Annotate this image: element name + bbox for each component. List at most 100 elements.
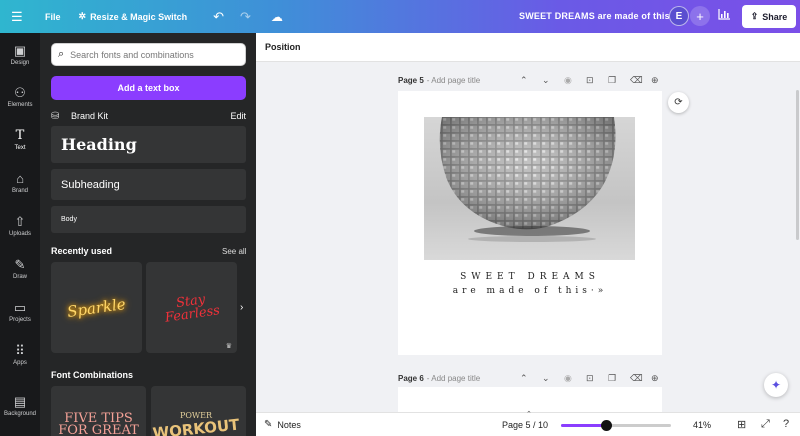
zoom-slider-fill (561, 424, 606, 427)
brand-icon: ⌂ (16, 171, 24, 186)
hide-icon[interactable]: ◉ (564, 75, 572, 86)
rail-item-elements[interactable]: ⚇ Elements (0, 85, 40, 108)
rail-label: Draw (12, 274, 27, 280)
canvas-scrollbar[interactable] (796, 90, 799, 240)
grid-view-icon[interactable]: ⊞ (737, 418, 746, 431)
add-text-box-button[interactable]: Add a text box (51, 76, 246, 100)
elements-icon: ⚇ (14, 85, 26, 100)
share-button[interactable]: ⇪ Share (742, 5, 796, 28)
apps-icon: ⠿ (15, 343, 25, 358)
add-body-button[interactable]: Body (51, 206, 246, 233)
top-bar: ☰ File ✲ Resize & Magic Switch ↶ ↷ ☁ SWE… (0, 0, 800, 33)
text-icon: T (15, 128, 25, 143)
add-page-icon[interactable]: ⊕ (651, 75, 659, 86)
brand-kit-row: ⛁ Brand Kit Edit (51, 109, 246, 123)
add-subheading-button[interactable]: Subheading (51, 169, 246, 200)
rail-label: Brand (11, 188, 28, 194)
chevron-up-icon[interactable]: ⌃ (526, 410, 532, 418)
delete-icon[interactable]: ⌫ (630, 75, 643, 86)
recent-style-stay-fearless[interactable]: Stay Fearless ♛ (146, 262, 237, 353)
chevron-right-icon[interactable]: › (240, 302, 243, 313)
help-icon[interactable]: ? (783, 418, 789, 430)
redo-icon[interactable]: ↷ (240, 9, 251, 25)
cloud-saved-icon[interactable]: ☁ (271, 10, 283, 24)
position-button[interactable]: Position (265, 42, 301, 52)
rail-item-draw[interactable]: ✎ Draw (0, 257, 40, 280)
font-combo-five-tips[interactable]: FIVE TIPS FOR GREAT (51, 386, 146, 436)
delete-icon[interactable]: ⌫ (630, 373, 643, 384)
duplicate-icon[interactable]: ❐ (608, 75, 616, 86)
zoom-slider-knob[interactable] (601, 420, 612, 431)
rail-label: Projects (9, 317, 31, 323)
zoom-level[interactable]: 41% (693, 420, 711, 430)
rail-label: Text (14, 145, 26, 151)
folder-icon: ▭ (13, 300, 27, 315)
lock-icon[interactable]: ⊡ (586, 373, 594, 384)
page-indicator[interactable]: Page 5 / 10 (502, 420, 548, 430)
rail-label: Apps (13, 360, 27, 366)
notes-button[interactable]: ✎ Notes (264, 419, 301, 430)
rail-item-design[interactable]: ▣ Design (0, 43, 40, 66)
rail-item-uploads[interactable]: ⇧ Uploads (0, 214, 40, 237)
file-menu[interactable]: File (45, 12, 61, 22)
add-page-icon[interactable]: ⊕ (651, 373, 659, 384)
recently-used-title: Recently used (51, 246, 113, 256)
search-icon: ⌕ (58, 48, 65, 60)
rail-item-text[interactable]: T Text (0, 128, 40, 151)
add-page-title[interactable]: - Add page title (427, 76, 480, 85)
resize-label: Resize & Magic Switch (90, 11, 188, 22)
magic-assistant-icon[interactable]: ✦ (764, 373, 788, 397)
design-page-5[interactable]: SWEET DREAMS are made of this·» (398, 91, 662, 355)
design-icon: ▣ (13, 43, 27, 58)
page-number: Page 5 (398, 75, 424, 85)
rail-item-brand[interactable]: ⌂ Brand (0, 171, 40, 194)
caption-made-of-this[interactable]: are made of this·» (398, 286, 662, 296)
combo-text: FIVE TIPS FOR GREAT (51, 412, 146, 436)
add-collaborator-icon[interactable]: + (690, 6, 710, 26)
stay-fearless-text: Stay Fearless (162, 291, 221, 326)
notes-label: Notes (277, 419, 301, 430)
page-number: Page 6 (398, 373, 424, 383)
editor-toolbar: Position (256, 33, 800, 62)
rail-label: Uploads (8, 231, 31, 237)
chevron-down-icon[interactable]: ⌄ (542, 373, 550, 384)
notes-icon: ✎ (264, 419, 273, 430)
lock-icon[interactable]: ⊡ (586, 75, 594, 86)
rotate-icon[interactable]: ⟳ (668, 92, 689, 113)
chevron-down-icon[interactable]: ⌄ (542, 75, 550, 86)
page-6-header: Page 6 - Add page title ⌃ ⌄ ◉ ⊡ ❐ ⌫ ⊕ (398, 371, 662, 385)
chevron-up-icon[interactable]: ⌃ (520, 75, 528, 86)
duplicate-icon[interactable]: ❐ (608, 373, 616, 384)
document-title[interactable]: SWEET DREAMS are made of this (519, 11, 670, 21)
font-combinations-title: Font Combinations (51, 370, 133, 380)
fullscreen-icon[interactable]: ⤢ (761, 418, 770, 431)
hide-icon[interactable]: ◉ (564, 373, 572, 384)
hamburger-icon[interactable]: ☰ (11, 9, 33, 25)
add-heading-button[interactable]: Heading (51, 126, 246, 163)
rail-item-projects[interactable]: ▭ Projects (0, 300, 40, 323)
rail-item-apps[interactable]: ⠿ Apps (0, 343, 40, 366)
caption-sweet-dreams[interactable]: SWEET DREAMS (398, 272, 662, 282)
chevron-up-icon[interactable]: ⌃ (520, 373, 528, 384)
add-page-title[interactable]: - Add page title (427, 374, 480, 383)
zoom-slider[interactable] (561, 420, 671, 431)
avatar[interactable]: E (669, 6, 689, 26)
rail-item-background[interactable]: ▤ Background (0, 394, 40, 417)
share-label: Share (762, 11, 788, 22)
brand-kit-edit-link[interactable]: Edit (230, 111, 246, 121)
resize-magic-switch-button[interactable]: ✲ Resize & Magic Switch (79, 11, 188, 22)
search-input[interactable] (70, 49, 236, 60)
brand-kit-icon: ⛁ (51, 110, 60, 122)
disco-ball-photo[interactable] (424, 117, 635, 260)
analytics-icon[interactable] (718, 9, 730, 23)
share-icon: ⇪ (750, 11, 759, 21)
search-box[interactable]: ⌕ (51, 43, 246, 66)
crown-icon: ♛ (225, 343, 232, 350)
combo-line-2: FOR GREAT (58, 423, 139, 436)
font-combo-power-workout[interactable]: POWER WORKOUT (151, 386, 246, 436)
brand-kit-label: Brand Kit (71, 111, 109, 121)
undo-icon[interactable]: ↶ (213, 9, 224, 25)
recent-style-sparkle[interactable]: Sparkle (51, 262, 142, 353)
see-all-link[interactable]: See all (222, 247, 246, 256)
rail-label: Background (3, 411, 37, 417)
